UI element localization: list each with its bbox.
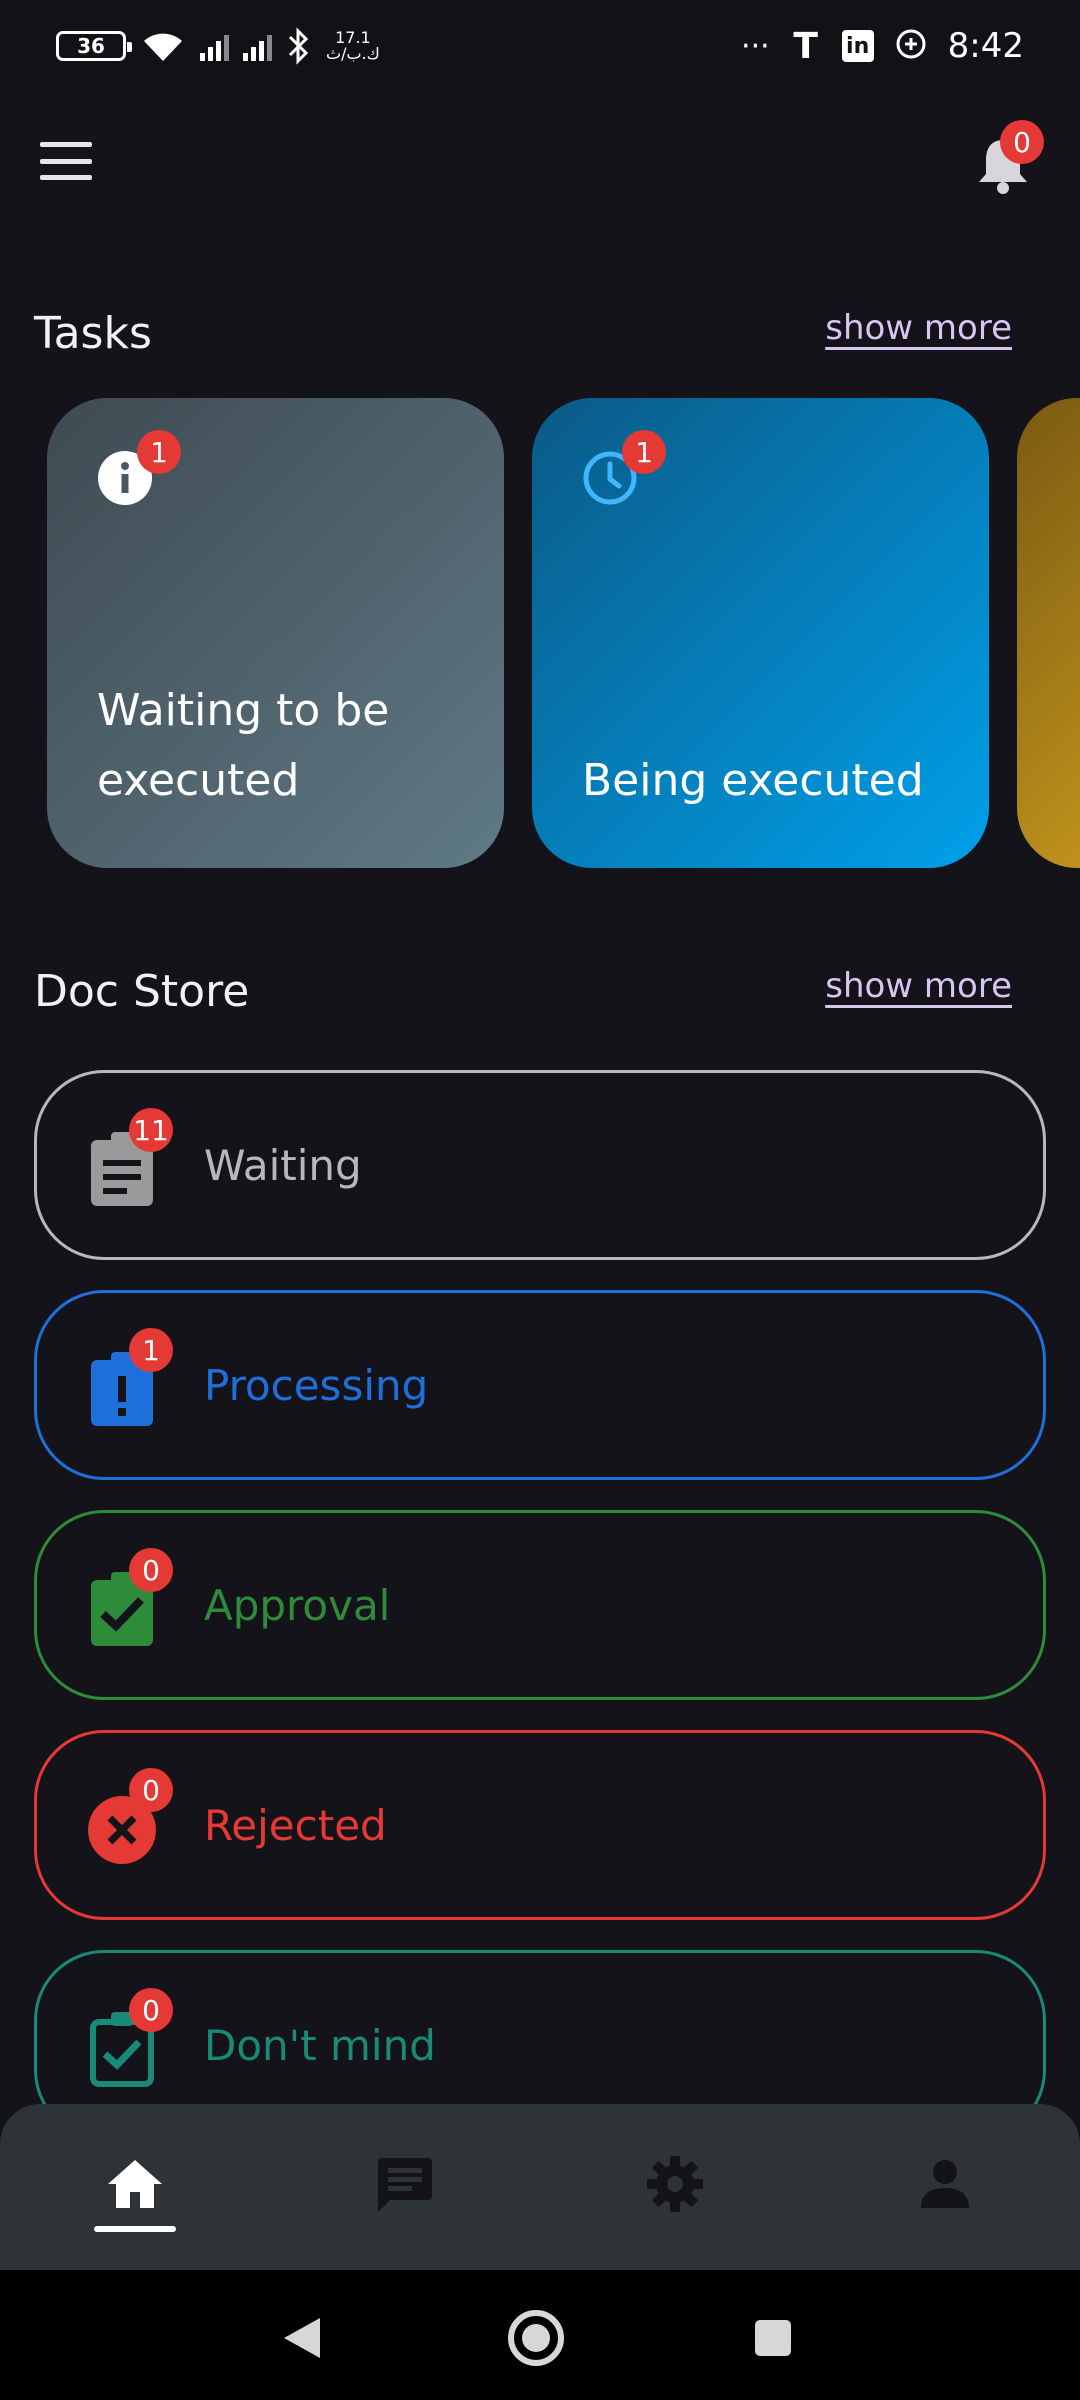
tasks-title: Tasks <box>34 308 152 359</box>
back-button[interactable] <box>262 2298 342 2378</box>
home-icon <box>108 2160 162 2208</box>
doc-row-processing[interactable]: 1 Processing <box>34 1290 1046 1480</box>
battery-indicator: 36 <box>56 31 132 61</box>
system-navigation-bar <box>0 2270 1080 2400</box>
task-card-label: Being executed <box>582 755 924 806</box>
notifications-badge: 0 <box>1000 120 1044 164</box>
doc-row-waiting[interactable]: 11 Waiting <box>34 1070 1046 1260</box>
hamburger-icon[interactable] <box>40 142 92 180</box>
doc-label: Processing <box>204 1360 429 1410</box>
bluetooth-icon <box>288 27 309 65</box>
doc-badge: 0 <box>129 1548 173 1592</box>
chat-icon <box>378 2158 432 2212</box>
doc-store-title: Doc Store <box>34 966 250 1017</box>
linkedin-icon: in <box>841 30 874 62</box>
task-card-partial[interactable] <box>1017 398 1080 868</box>
app-t-icon: T <box>793 25 818 67</box>
task-badge: 1 <box>622 430 666 474</box>
doc-badge: 1 <box>129 1328 173 1372</box>
circle-home-icon <box>508 2310 564 2366</box>
nav-active-indicator <box>94 2226 176 2232</box>
clock: 8:42 <box>947 26 1024 66</box>
doc-badge: 0 <box>129 1768 173 1812</box>
home-button[interactable] <box>496 2298 576 2378</box>
task-card-waiting[interactable]: 1 Waiting to be executed <box>47 398 504 868</box>
task-badge: 1 <box>137 430 181 474</box>
wifi-icon <box>144 33 182 61</box>
square-icon <box>755 2320 791 2356</box>
task-card-label: Waiting to be executed <box>97 685 390 806</box>
doc-row-rejected[interactable]: 0 Rejected <box>34 1730 1046 1920</box>
doc-label: Waiting <box>204 1140 362 1190</box>
doc-badge: 0 <box>129 1988 173 2032</box>
recents-button[interactable] <box>733 2298 813 2378</box>
signal-icon-2 <box>243 31 272 61</box>
nav-profile[interactable] <box>905 2144 985 2224</box>
nav-home[interactable] <box>95 2144 175 2224</box>
chat-add-icon <box>896 29 926 59</box>
doc-row-approval[interactable]: 0 Approval <box>34 1510 1046 1700</box>
gear-icon <box>647 2156 703 2212</box>
nav-settings[interactable] <box>635 2144 715 2224</box>
back-icon <box>284 2318 320 2358</box>
doc-label: Rejected <box>204 1800 387 1850</box>
doc-store-show-more-link[interactable]: show more <box>825 966 1012 1006</box>
status-bar: 36 17.1 ك.ب/ث ··· T in 8:42 <box>0 0 1080 92</box>
top-app-bar: 0 <box>0 92 1080 228</box>
notifications-button[interactable]: 0 <box>968 120 1044 200</box>
network-speed: 17.1 ك.ب/ث <box>326 28 380 63</box>
tasks-show-more-link[interactable]: show more <box>825 308 1012 348</box>
nav-messages[interactable] <box>365 2144 445 2224</box>
signal-icon <box>200 31 229 61</box>
more-notifications-icon: ··· <box>741 28 770 64</box>
bottom-navigation <box>0 2104 1080 2270</box>
doc-label: Approval <box>204 1580 391 1630</box>
doc-label: Don't mind <box>204 2020 436 2070</box>
doc-badge: 11 <box>129 1108 173 1152</box>
task-card-being-executed[interactable]: 1 Being executed <box>532 398 989 868</box>
person-icon <box>921 2160 969 2208</box>
